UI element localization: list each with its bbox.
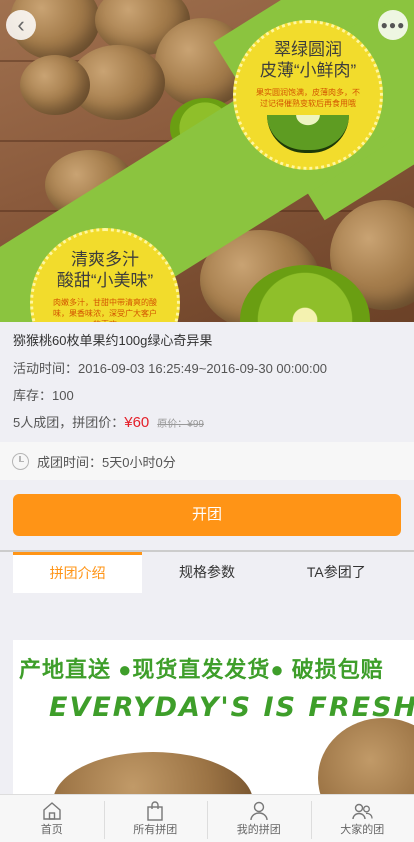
detail-tabs: 拼团介绍 规格参数 TA参团了 xyxy=(13,552,401,593)
users-icon xyxy=(352,803,373,820)
stock-row: 库存：100 xyxy=(13,387,401,405)
chevron-left-icon: ‹ xyxy=(17,12,25,37)
activity-time-value: 2016-09-03 16:25:49~2016-09-30 00:00:00 xyxy=(78,361,328,376)
nav-label: 所有拼团 xyxy=(133,824,178,836)
more-dots-icon: ●●● xyxy=(380,18,406,32)
activity-time-label: 活动时间： xyxy=(13,361,79,376)
tab-specs[interactable]: 规格参数 xyxy=(142,552,271,593)
bag-icon xyxy=(147,801,163,821)
group-time-label: 成团时间： xyxy=(37,454,103,470)
group-time-value: 5天0小时0分 xyxy=(102,454,176,470)
product-hero-image: 翠绿圆润 皮薄“小鲜肉” 果实圆润饱满，皮薄肉多，不过记得催熟变软后再食用哦 清… xyxy=(0,0,414,322)
group-time-bar: 成团时间： 5天0小时0分 xyxy=(0,442,414,480)
tab-participants[interactable]: TA参团了 xyxy=(272,552,401,593)
activity-time-row: 活动时间：2016-09-03 16:25:49~2016-09-30 00:0… xyxy=(13,360,401,378)
more-button[interactable]: ●●● xyxy=(378,10,408,40)
promo-headline: 产地直送 ●现货直发发货● 破损包赔 xyxy=(19,657,384,682)
kiwi-slice-icon xyxy=(267,115,349,153)
badge-title: 清爽多汁 xyxy=(71,250,139,269)
nav-item-everyone-groups[interactable]: 大家的团 xyxy=(310,795,414,842)
product-info: 猕猴桃60枚单果约100g绿心奇异果 活动时间：2016-09-03 16:25… xyxy=(0,322,414,440)
nav-item-my-groups[interactable]: 我的拼团 xyxy=(207,795,311,842)
back-button[interactable]: ‹ xyxy=(6,10,36,40)
bottom-nav: 首页 所有拼团 我的拼团 大家的团 xyxy=(0,794,414,842)
kiwi-fruit xyxy=(53,752,253,794)
nav-label: 我的拼团 xyxy=(236,824,281,836)
clock-icon xyxy=(12,452,29,470)
nav-item-all-groups[interactable]: 所有拼团 xyxy=(103,795,208,842)
open-group-button[interactable]: 开团 xyxy=(13,494,401,536)
group-price: ¥60 xyxy=(124,414,150,431)
badge-subtitle: 酸甜“小美味” xyxy=(56,271,154,290)
badge-title: 翠绿圆润 xyxy=(274,40,342,59)
kiwi-fruit xyxy=(318,718,414,794)
product-title: 猕猴桃60枚单果约100g绿心奇异果 xyxy=(13,333,213,348)
home-icon xyxy=(43,802,61,820)
badge-description: 肉嫩多汁，甘甜中带清爽的酸味，果香味浓，深受广大客户的喜欢 xyxy=(53,298,157,322)
original-price: 原价：¥99 xyxy=(157,419,204,430)
nav-label: 首页 xyxy=(40,824,63,836)
tab-group-intro[interactable]: 拼团介绍 xyxy=(13,552,143,593)
promo-slogan: EVERYDAY'S IS FRESH! xyxy=(49,692,414,723)
stock-value: 100 xyxy=(52,388,74,403)
badge-subtitle: 皮薄“小鲜肉” xyxy=(259,61,357,80)
group-price-row: 5人成团，拼团价：¥60 原价：¥99 xyxy=(13,414,401,434)
nav-item-home[interactable]: 首页 xyxy=(0,795,104,842)
feature-badge-top: 翠绿圆润 皮薄“小鲜肉” 果实圆润饱满，皮薄肉多，不过记得催熟变软后再食用哦 xyxy=(233,20,383,170)
promo-image: 产地直送 ●现货直发发货● 破损包赔 EVERYDAY'S IS FRESH! xyxy=(13,640,414,794)
group-price-label: 5人成团，拼团价： xyxy=(13,415,125,430)
badge-description: 果实圆润饱满，皮薄肉多，不过记得催熟变软后再食用哦 xyxy=(256,88,360,108)
nav-label: 大家的团 xyxy=(340,824,385,836)
user-icon xyxy=(250,801,268,821)
kiwi-fruit xyxy=(20,55,90,115)
stock-label: 库存： xyxy=(13,388,53,403)
